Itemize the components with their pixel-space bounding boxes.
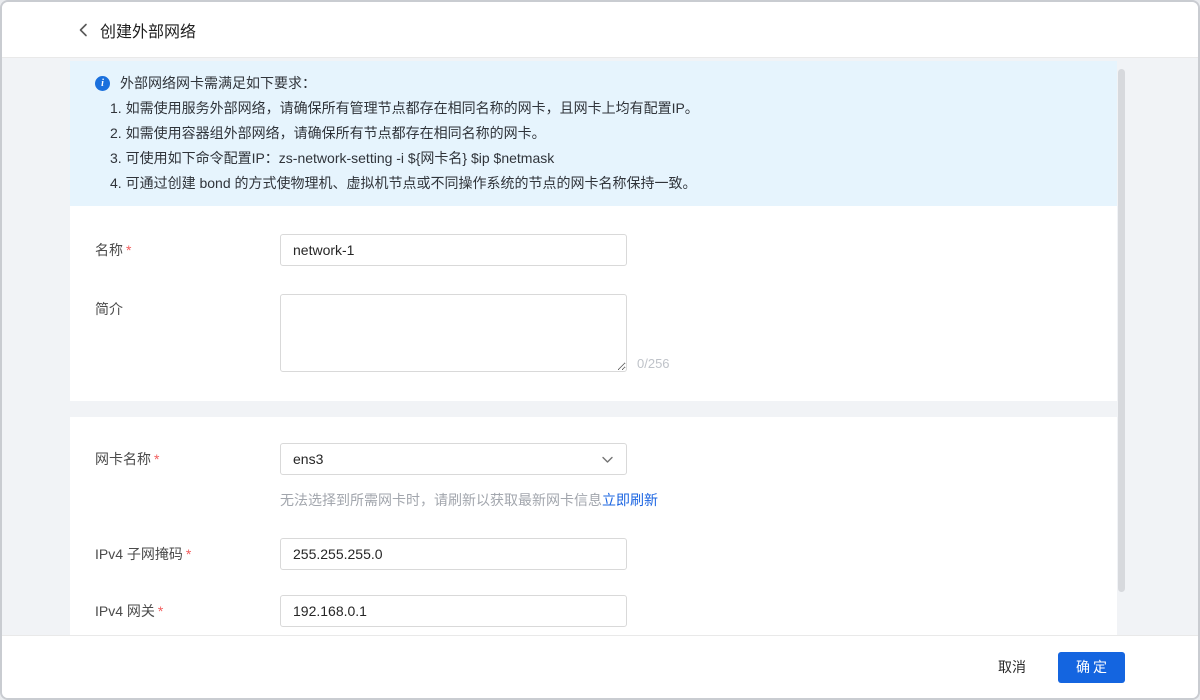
basic-info-card: i 外部网络网卡需满足如下要求： 1. 如需使用服务外部网络，请确保所有管理节点… xyxy=(70,61,1117,401)
description-row: 简介 0/256 xyxy=(70,294,1117,372)
nic-select[interactable]: ens3 xyxy=(280,443,627,475)
notice-banner: i 外部网络网卡需满足如下要求： 1. 如需使用服务外部网络，请确保所有管理节点… xyxy=(70,61,1117,206)
gateway-input[interactable] xyxy=(280,595,627,627)
name-label: 名称* xyxy=(95,240,280,260)
required-mark: * xyxy=(158,603,163,619)
notice-line-1: 1. 如需使用服务外部网络，请确保所有管理节点都存在相同名称的网卡，且网卡上均有… xyxy=(70,96,1101,121)
vertical-scrollbar-thumb[interactable] xyxy=(1118,69,1125,592)
info-icon: i xyxy=(95,76,110,91)
nic-helper-text: 无法选择到所需网卡时，请刷新以获取最新网卡信息 xyxy=(280,492,602,508)
back-button[interactable] xyxy=(78,23,88,37)
footer-bar: 取消 确定 xyxy=(2,635,1198,698)
create-external-network-dialog: 创建外部网络 i 外部网络网卡需满足如下要求： 1. 如需使用服务外部网络，请确… xyxy=(0,0,1200,700)
page-title: 创建外部网络 xyxy=(100,18,196,42)
name-input[interactable] xyxy=(280,234,627,266)
gateway-label: IPv4 网关* xyxy=(95,601,280,621)
required-mark: * xyxy=(186,546,191,562)
confirm-button[interactable]: 确定 xyxy=(1058,652,1125,683)
description-label: 简介 xyxy=(95,294,280,319)
required-mark: * xyxy=(154,451,159,467)
nic-helper-row: 无法选择到所需网卡时，请刷新以获取最新网卡信息立即刷新 xyxy=(70,490,1117,510)
refresh-now-link[interactable]: 立即刷新 xyxy=(602,492,658,508)
netmask-label: IPv4 子网掩码* xyxy=(95,544,280,564)
name-row: 名称* xyxy=(70,234,1117,266)
nic-select-value: ens3 xyxy=(293,451,323,467)
description-textarea[interactable] xyxy=(280,294,627,372)
cancel-button[interactable]: 取消 xyxy=(996,651,1028,683)
page-header: 创建外部网络 xyxy=(2,2,1198,58)
notice-line-3: 3. 可使用如下命令配置IP：zs-network-setting -i ${网… xyxy=(70,146,1101,171)
notice-line-2: 2. 如需使用容器组外部网络，请确保所有节点都存在相同名称的网卡。 xyxy=(70,121,1101,146)
netmask-input[interactable] xyxy=(280,538,627,570)
char-counter: 0/256 xyxy=(637,356,670,372)
nic-row: 网卡名称* ens3 xyxy=(70,443,1117,475)
network-settings-card: 网卡名称* ens3 无法选择到所需网卡时，请刷新以获取最新网卡信息立即刷新 I… xyxy=(70,417,1117,635)
notice-title: 外部网络网卡需满足如下要求： xyxy=(120,71,316,96)
content-area: i 外部网络网卡需满足如下要求： 1. 如需使用服务外部网络，请确保所有管理节点… xyxy=(2,58,1198,635)
chevron-down-icon xyxy=(601,453,614,469)
chevron-left-icon xyxy=(78,23,88,37)
netmask-row: IPv4 子网掩码* xyxy=(70,538,1117,570)
required-mark: * xyxy=(126,242,131,258)
notice-line-4: 4. 可通过创建 bond 的方式使物理机、虚拟机节点或不同操作系统的节点的网卡… xyxy=(70,171,1101,196)
nic-label: 网卡名称* xyxy=(95,449,280,469)
gateway-row: IPv4 网关* xyxy=(70,595,1117,627)
